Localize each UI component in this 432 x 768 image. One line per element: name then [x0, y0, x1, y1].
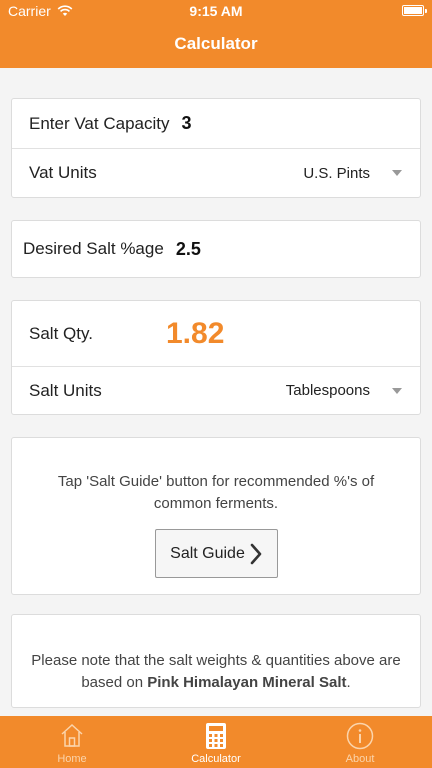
salt-percent-input[interactable]: 2.5: [176, 239, 201, 260]
tab-calculator[interactable]: Calculator: [144, 716, 288, 768]
header: Carrier 9:15 AM Calculator: [0, 0, 432, 68]
salt-qty-row: Salt Qty. 1.82: [12, 301, 420, 366]
salt-guide-card: Tap 'Salt Guide' button for recommended …: [11, 437, 421, 595]
chevron-right-icon: [250, 543, 262, 564]
tab-home[interactable]: Home: [0, 716, 144, 768]
note-text-bold: Pink Himalayan Mineral Salt: [147, 674, 347, 691]
vat-capacity-label: Enter Vat Capacity: [29, 113, 170, 133]
salt-guide-text: Tap 'Salt Guide' button for recommended …: [57, 473, 375, 512]
vat-capacity-input[interactable]: 3: [181, 113, 191, 134]
page-title: Calculator: [174, 34, 258, 53]
tab-about-label: About: [345, 753, 375, 765]
salt-units-select[interactable]: Salt Units Tablespoons: [12, 366, 420, 414]
salt-units-value[interactable]: Tablespoons: [286, 382, 370, 399]
status-time: 9:15 AM: [189, 3, 243, 19]
tab-about[interactable]: About: [288, 716, 432, 768]
info-icon: [346, 722, 374, 750]
salt-units-label: Salt Units: [29, 380, 102, 400]
vat-units-value[interactable]: U.S. Pints: [303, 165, 370, 182]
salt-guide-button-label: Salt Guide: [170, 544, 245, 562]
vat-card: Enter Vat Capacity 3 Vat Units U.S. Pint…: [11, 98, 421, 198]
note-text-suffix: .: [346, 674, 351, 691]
salt-qty-value: 1.82: [166, 316, 225, 350]
salt-qty-label: Salt Qty.: [29, 323, 93, 343]
battery-icon: [402, 5, 427, 16]
home-icon: [61, 723, 83, 747]
chevron-down-icon[interactable]: [392, 388, 402, 394]
calculator-icon: [206, 723, 226, 749]
tab-calculator-label: Calculator: [191, 753, 241, 765]
chevron-down-icon[interactable]: [392, 170, 402, 176]
vat-units-label: Vat Units: [29, 163, 97, 182]
salt-note-text: Please note that the salt weights & quan…: [30, 650, 402, 694]
salt-percent-card: Desired Salt %age 2.5: [11, 220, 421, 278]
vat-units-select[interactable]: Vat Units U.S. Pints: [12, 148, 420, 197]
salt-percent-label: Desired Salt %age: [23, 239, 164, 258]
status-bar: Carrier 9:15 AM: [0, 0, 432, 22]
salt-guide-button[interactable]: Salt Guide: [155, 529, 278, 578]
salt-percent-row[interactable]: Desired Salt %age 2.5: [12, 221, 420, 277]
tab-home-label: Home: [57, 753, 87, 765]
tab-bar: Home Calculator About: [0, 716, 432, 768]
result-card: Salt Qty. 1.82 Salt Units Tablespoons: [11, 300, 421, 415]
salt-note-card: Please note that the salt weights & quan…: [11, 614, 421, 708]
vat-capacity-row[interactable]: Enter Vat Capacity 3: [12, 99, 420, 148]
